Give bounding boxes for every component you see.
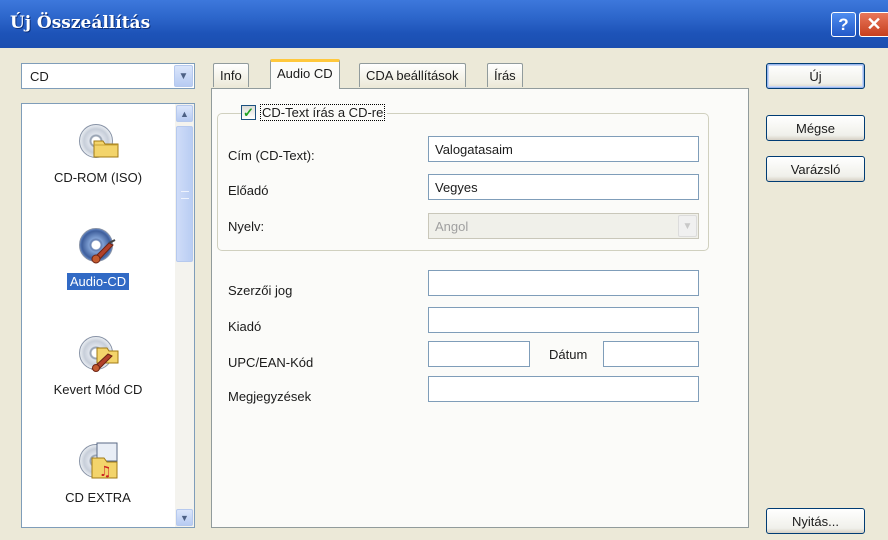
- publisher-label: Kiadó: [228, 319, 262, 334]
- list-item-label: Kevert Mód CD: [53, 382, 143, 397]
- list-item-label: CD-ROM (ISO): [53, 170, 143, 185]
- tab-write[interactable]: Írás: [487, 63, 523, 87]
- chevron-down-icon: ▼: [178, 70, 189, 82]
- cd-extra-icon: ♫: [75, 438, 121, 484]
- open-button[interactable]: Nyitás...: [766, 508, 865, 534]
- cd-text-checkbox-label: CD-Text írás a CD-re: [260, 104, 386, 121]
- artist-label: Előadó: [228, 183, 269, 198]
- language-label: Nyelv:: [228, 219, 265, 234]
- dropdown-button[interactable]: ▼: [678, 215, 697, 237]
- list-item-label: CD EXTRA: [65, 490, 131, 505]
- notes-label: Megjegyzések: [228, 389, 312, 404]
- tab-cda-settings[interactable]: CDA beállítások: [359, 63, 466, 87]
- tab-info[interactable]: Info: [213, 63, 249, 87]
- upc-label: UPC/EAN-Kód: [228, 355, 314, 370]
- scroll-down-button[interactable]: ▼: [176, 509, 193, 526]
- window-title: Új Összeállítás: [10, 13, 151, 33]
- wizard-button[interactable]: Varázsló: [766, 156, 865, 182]
- copyright-label: Szerzői jog: [228, 283, 293, 298]
- artist-input[interactable]: Vegyes: [428, 174, 699, 200]
- list-item-audio-cd[interactable]: Audio-CD: [22, 222, 174, 290]
- list-scrollbar[interactable]: ▲ ▼: [175, 104, 194, 527]
- project-type-list[interactable]: CD-ROM (ISO) Audio-CD Kevert Mód CD ♫ CD…: [21, 103, 195, 528]
- title-input[interactable]: Valogatasaim: [428, 136, 699, 162]
- list-item-cd-rom[interactable]: CD-ROM (ISO): [22, 118, 174, 186]
- cd-text-checkbox[interactable]: ✓ CD-Text írás a CD-re: [241, 104, 388, 121]
- upc-input[interactable]: [428, 341, 530, 367]
- audio-cd-icon: [75, 222, 121, 268]
- scroll-thumb[interactable]: [176, 126, 193, 262]
- close-button[interactable]: ✕: [859, 12, 888, 37]
- date-input[interactable]: [603, 341, 699, 367]
- copyright-input[interactable]: [428, 270, 699, 296]
- chevron-up-icon: ▲: [180, 108, 189, 119]
- title-label: Cím (CD-Text):: [228, 148, 315, 163]
- mixed-mode-cd-icon: [75, 330, 121, 376]
- chevron-down-icon: ▼: [682, 220, 693, 232]
- svg-text:♫: ♫: [99, 464, 112, 480]
- cd-rom-icon: [75, 118, 121, 164]
- date-label: Dátum: [549, 347, 588, 362]
- dropdown-button[interactable]: ▼: [174, 65, 193, 87]
- project-type-dropdown[interactable]: CD ▼: [21, 63, 195, 89]
- new-button[interactable]: Új: [766, 63, 865, 89]
- language-dropdown[interactable]: Angol ▼: [428, 213, 699, 239]
- close-icon: ✕: [866, 14, 882, 34]
- checkmark-icon: ✓: [241, 105, 256, 120]
- list-item-cd-extra[interactable]: ♫ CD EXTRA: [22, 438, 174, 506]
- notes-input[interactable]: [428, 376, 699, 402]
- scroll-up-button[interactable]: ▲: [176, 105, 193, 122]
- publisher-input[interactable]: [428, 307, 699, 333]
- list-item-label: Audio-CD: [66, 273, 130, 290]
- title-bar: Új Összeállítás ? ✕: [0, 0, 888, 48]
- list-item-mixed-mode-cd[interactable]: Kevert Mód CD: [22, 330, 174, 398]
- cancel-button[interactable]: Mégse: [766, 115, 865, 141]
- chevron-down-icon: ▼: [180, 512, 189, 523]
- help-button[interactable]: ?: [831, 12, 856, 37]
- tab-audio-cd[interactable]: Audio CD: [270, 59, 340, 89]
- help-icon: ?: [838, 14, 849, 34]
- language-value: Angol: [435, 219, 469, 234]
- project-type-value: CD: [30, 69, 49, 84]
